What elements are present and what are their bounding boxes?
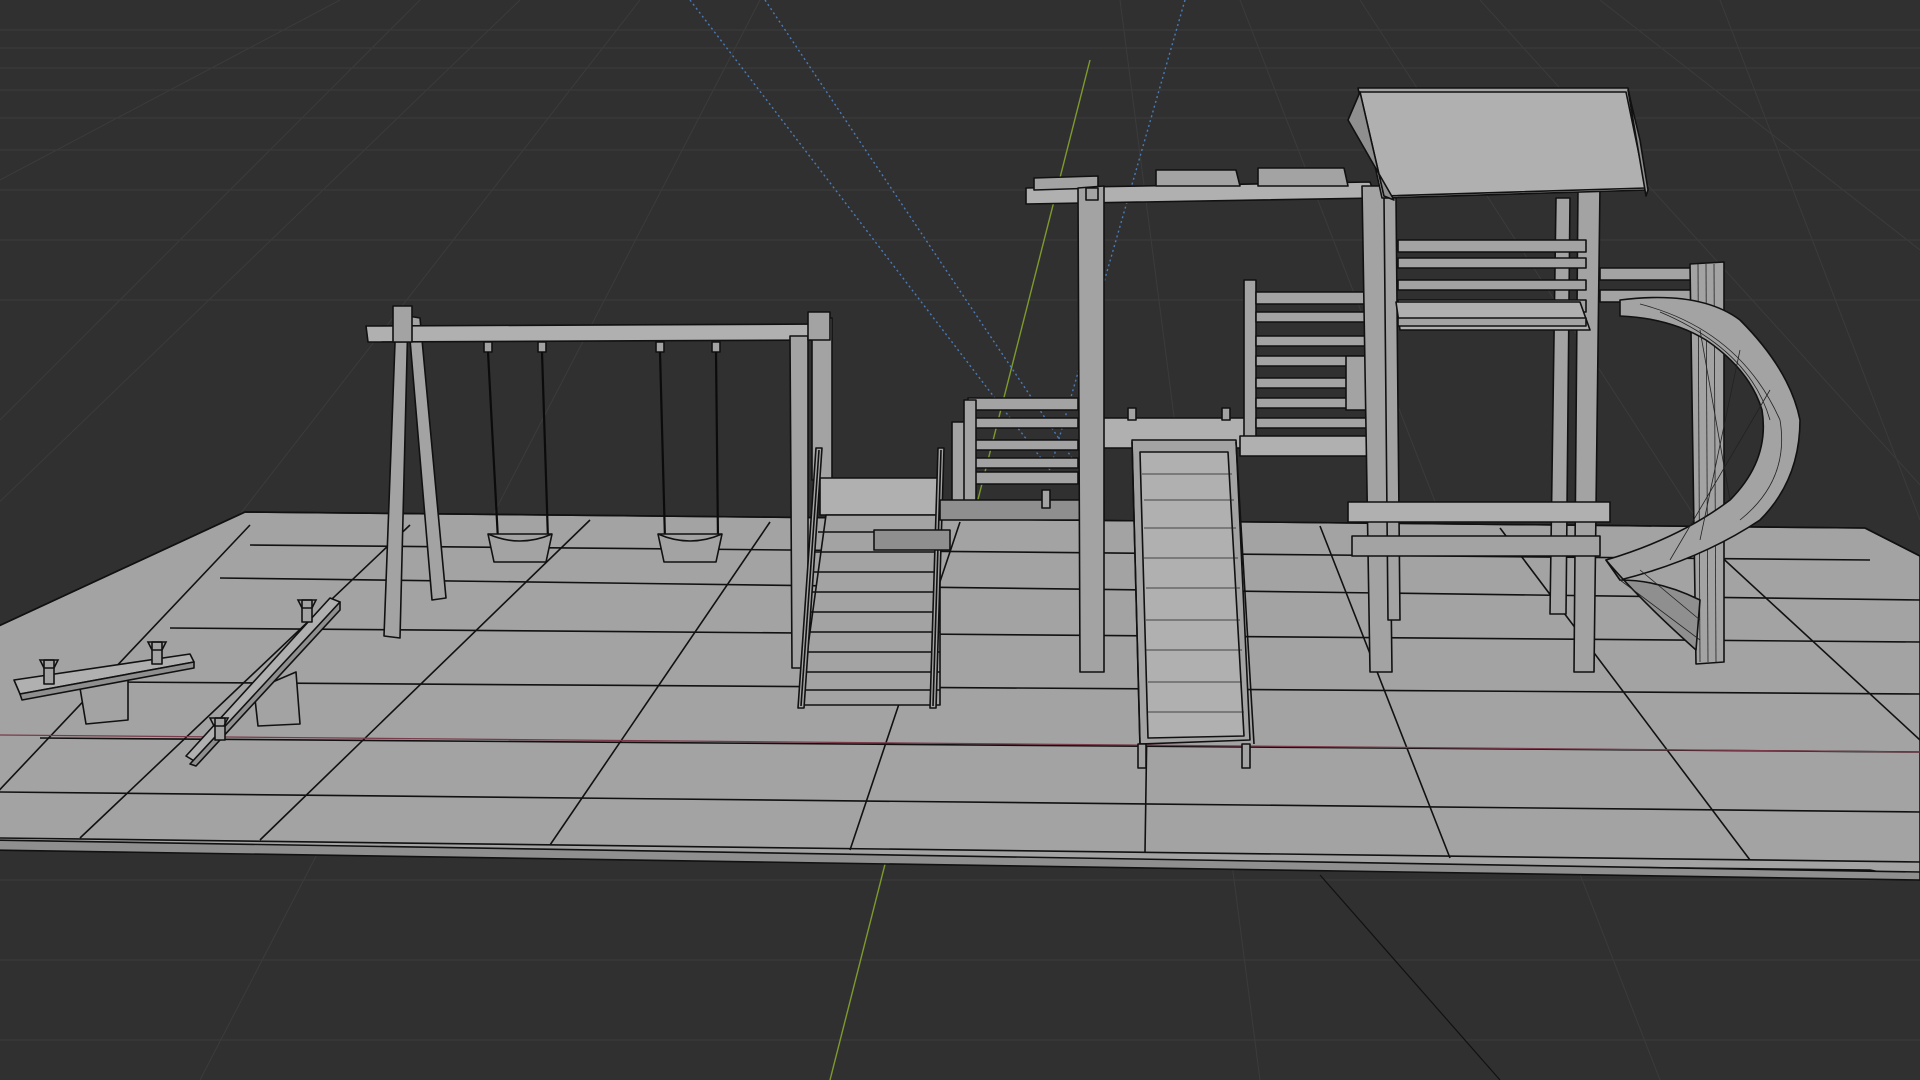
- tower-roof[interactable]: [1347, 87, 1649, 201]
- swing-seat-right[interactable]: [657, 533, 723, 563]
- slide-ramp[interactable]: [1131, 439, 1255, 769]
- stairs[interactable]: [797, 447, 951, 709]
- climbing-frame[interactable]: [951, 397, 1079, 511]
- swing-seat-left[interactable]: [487, 533, 553, 563]
- floor-edge-line: [1319, 874, 1501, 1080]
- 3d-viewport[interactable]: [0, 0, 1920, 1080]
- viewport-canvas[interactable]: [0, 0, 1920, 1080]
